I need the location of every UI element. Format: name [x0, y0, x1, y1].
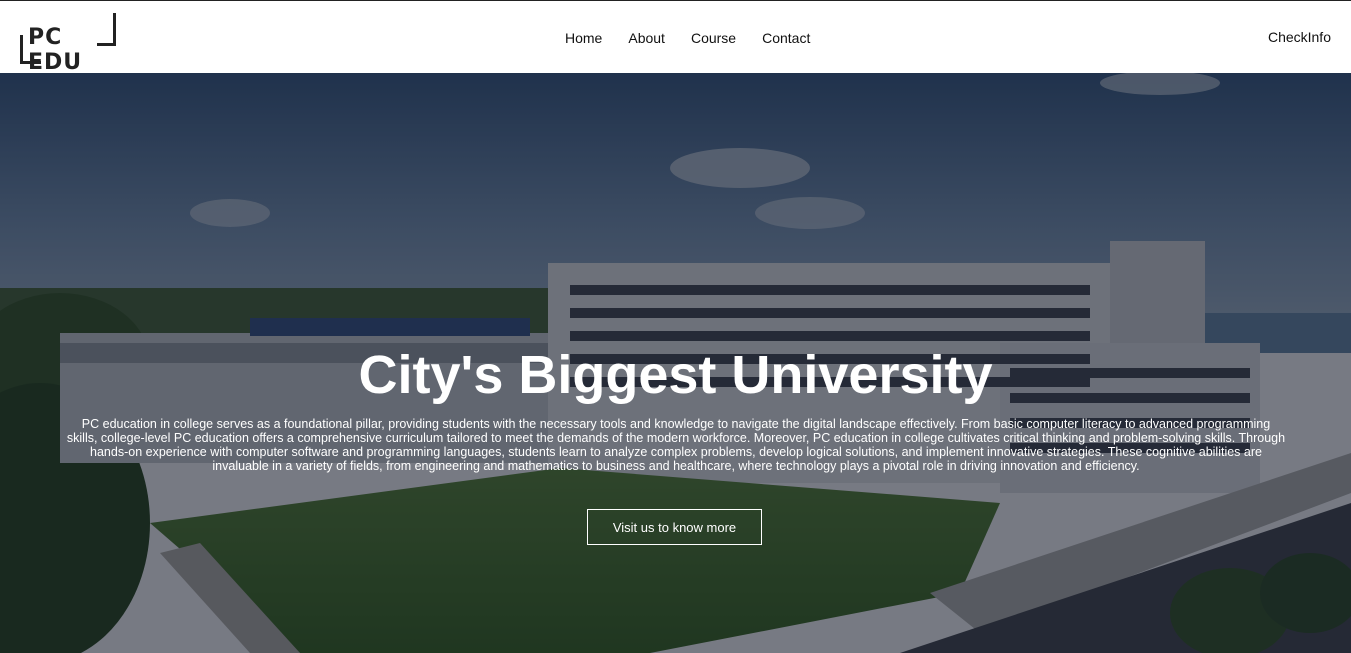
brand-logo[interactable]: PC EDU [20, 13, 116, 75]
hero-section: City's Biggest University PC education i… [0, 73, 1351, 653]
nav-link-contact[interactable]: Contact [749, 27, 823, 49]
logo-text: PC EDU [28, 25, 83, 75]
nav-link-course[interactable]: Course [678, 27, 749, 49]
nav-link-checkinfo[interactable]: CheckInfo [1268, 29, 1331, 45]
visit-us-button[interactable]: Visit us to know more [587, 509, 762, 545]
hero-description: PC education in college serves as a foun… [66, 417, 1286, 473]
navbar: PC EDU Home About Course Contact CheckIn… [0, 0, 1351, 75]
nav-link-home[interactable]: Home [552, 27, 615, 49]
nav-link-about[interactable]: About [615, 27, 678, 49]
hero-title: City's Biggest University [358, 345, 993, 405]
main-nav: Home About Course Contact [552, 27, 823, 49]
